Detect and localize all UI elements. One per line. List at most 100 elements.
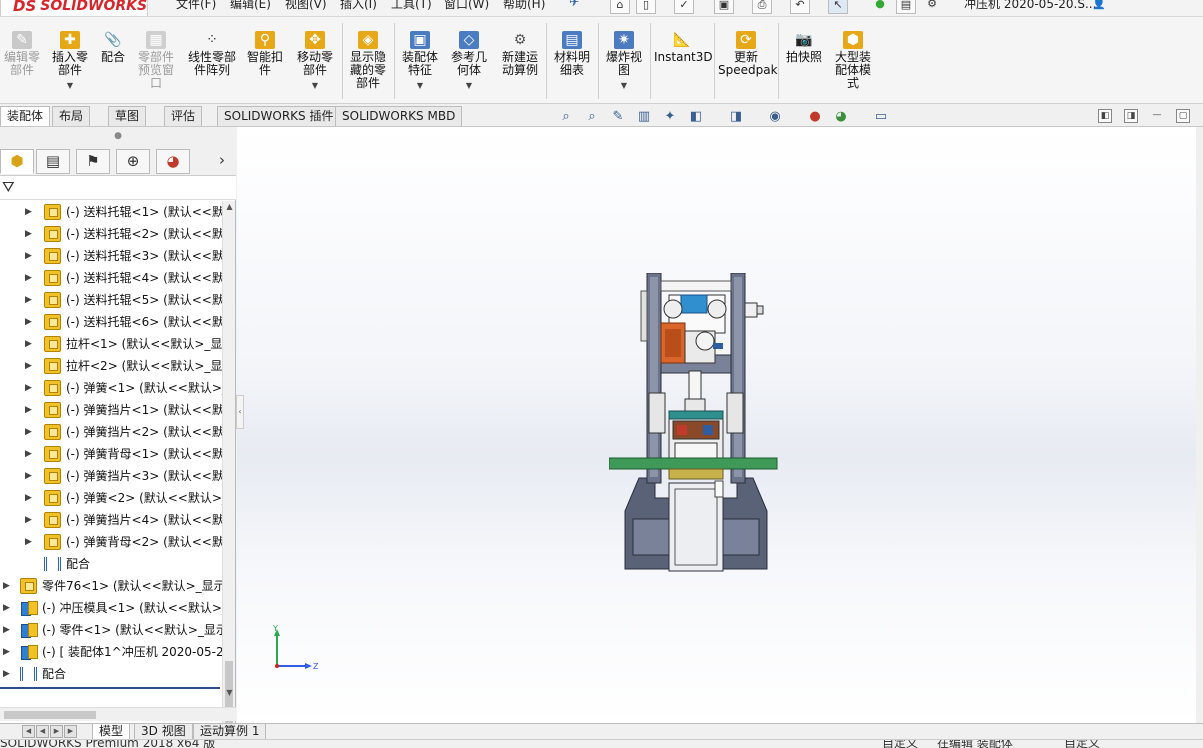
tree-row[interactable]: 配合 <box>0 553 222 575</box>
expand-arrow-icon[interactable]: ▶ <box>3 641 10 663</box>
tree-row[interactable]: ▶ (-) 弹簧挡片<2> (默认<<默认 <box>0 421 222 443</box>
menu-insert[interactable]: 插入(I) <box>340 0 377 12</box>
tree-row[interactable]: ▶ (-) 弹簧背母<1> (默认<<默认 <box>0 443 222 465</box>
configuration-manager-tab-icon[interactable]: ⚑ <box>76 149 110 174</box>
menu-view[interactable]: 视图(V) <box>285 0 327 12</box>
chevron-right-icon[interactable]: › <box>212 149 232 174</box>
previous-view-icon[interactable]: ✎ <box>609 108 627 125</box>
dynamic-annotation-icon[interactable]: ✦ <box>661 108 679 125</box>
menu-edit[interactable]: 编辑(E) <box>230 0 271 12</box>
dimxpert-tab-icon[interactable]: ⊕ <box>116 149 150 174</box>
print-icon[interactable]: ⎙ <box>752 0 772 14</box>
expand-arrow-icon[interactable]: ▶ <box>25 531 32 553</box>
filter-icon[interactable]: ⛛ <box>2 178 15 196</box>
tab-model[interactable]: 模型 <box>92 724 131 740</box>
open-icon[interactable]: ✓ <box>674 0 694 14</box>
tree-row[interactable]: ▶ (-) 零件<1> (默认<<默认>_显示 <box>0 619 222 641</box>
expand-arrow-icon[interactable]: ▶ <box>25 223 32 245</box>
file-properties-icon[interactable]: ▤ <box>896 0 916 14</box>
prev-tab-icon[interactable]: ◀ <box>36 725 49 738</box>
tab-solidworks-mbd[interactable]: SOLIDWORKS MBD <box>335 106 463 126</box>
tile-pane-icon[interactable]: ◨ <box>1124 109 1138 123</box>
expand-arrow-icon[interactable]: ▶ <box>25 509 32 531</box>
exploded-view-button[interactable]: ✷ 爆炸视图 ▼ <box>602 31 646 92</box>
tree-row[interactable]: ▶ (-) 送料托辊<3> (默认<<默认 <box>0 245 222 267</box>
new-document-icon[interactable]: ▯ <box>636 0 656 14</box>
chevron-down-icon[interactable]: ▼ <box>398 79 442 92</box>
graphics-area[interactable]: Y Z <box>237 127 1203 723</box>
smart-fastener-button[interactable]: ⚲ 智能扣件 <box>245 31 285 77</box>
solidworks-logo[interactable]: DS SOLIDWORKS <box>0 0 148 16</box>
zoom-to-area-icon[interactable]: ⌕ <box>583 108 601 125</box>
expand-arrow-icon[interactable]: ▶ <box>3 619 10 641</box>
tab-assembly[interactable]: 装配体 <box>0 106 51 126</box>
expand-arrow-icon[interactable]: ▶ <box>25 289 32 311</box>
expand-arrow-icon[interactable]: ▶ <box>25 487 32 509</box>
tree-row[interactable]: ▶ 拉杆<2> (默认<<默认>_显示 <box>0 355 222 377</box>
feature-manager-tab-icon[interactable]: ⬢ <box>0 149 34 174</box>
tree-vertical-scrollbar[interactable]: ▲ ▼ <box>222 201 235 723</box>
rebuild-icon[interactable]: ● <box>870 0 890 14</box>
apply-scene-icon[interactable]: ◕ <box>832 108 850 125</box>
tree-row[interactable]: ▶ (-) 送料托辊<6> (默认<<默认 <box>0 311 222 333</box>
expand-arrow-icon[interactable]: ▶ <box>3 597 10 619</box>
tree-row[interactable]: ▶ (-) [ 装配体1^冲压机 2020-05-20 <box>0 641 222 663</box>
menu-help[interactable]: 帮助(H) <box>503 0 545 12</box>
units-status[interactable]: 自定义 <box>1064 740 1100 748</box>
panel-grip-handle[interactable]: ● <box>0 127 236 146</box>
view-orientation-icon[interactable]: ◧ <box>687 108 705 125</box>
tab-evaluate[interactable]: 评估 <box>164 106 203 126</box>
expand-arrow-icon[interactable]: ▶ <box>25 267 32 289</box>
edit-appearance-icon[interactable]: ● <box>806 108 824 125</box>
select-icon[interactable]: ↖ <box>828 0 848 14</box>
chevron-down-icon[interactable]: ▼ <box>48 79 92 92</box>
section-view-icon[interactable]: ▥ <box>635 108 653 125</box>
expand-arrow-icon[interactable]: ▶ <box>25 245 32 267</box>
assembly-feature-button[interactable]: ▣ 装配体特征 ▼ <box>398 31 442 92</box>
menu-window[interactable]: 窗口(W) <box>444 0 489 12</box>
pin-icon[interactable]: ✈ <box>569 0 579 9</box>
user-icon[interactable]: 👤 <box>1089 0 1109 14</box>
tab-sketch[interactable]: 草图 <box>108 106 147 126</box>
panel-collapse-handle[interactable]: ‹ <box>236 395 244 429</box>
first-tab-icon[interactable]: ◀ <box>22 725 35 738</box>
zoom-to-fit-icon[interactable]: ⌕ <box>557 108 575 125</box>
hide-show-items-icon[interactable]: ◉ <box>766 108 784 125</box>
component-preview-button[interactable]: ▦ 零部件预览窗口 <box>134 31 178 90</box>
display-style-icon[interactable]: ◨ <box>727 108 745 125</box>
expand-arrow-icon[interactable]: ▶ <box>25 333 32 355</box>
tab-solidworks-addins[interactable]: SOLIDWORKS 插件 <box>217 106 341 126</box>
last-tab-icon[interactable]: ▶ <box>64 725 77 738</box>
expand-arrow-icon[interactable]: ▶ <box>3 575 10 597</box>
large-assembly-button[interactable]: ⬢ 大型装配体模式 <box>830 31 876 90</box>
undo-icon[interactable]: ↶ <box>790 0 810 14</box>
motion-study-button[interactable]: ⚙ 新建运动算例 <box>498 31 542 77</box>
reference-geometry-button[interactable]: ◇ 参考几何体 ▼ <box>446 31 492 92</box>
home-icon[interactable]: ⌂ <box>610 0 630 14</box>
tree-row[interactable]: ▶ (-) 冲压模具<1> (默认<<默认>_ <box>0 597 222 619</box>
mate-button[interactable]: 📎 配合 <box>98 31 128 64</box>
expand-arrow-icon[interactable]: ▶ <box>25 201 32 223</box>
expand-arrow-icon[interactable]: ▶ <box>25 377 32 399</box>
expand-arrow-icon[interactable]: ▶ <box>25 465 32 487</box>
scroll-down-icon[interactable]: ▼ <box>223 687 236 699</box>
save-icon[interactable]: ▣ <box>714 0 734 14</box>
tree-filter-bar[interactable]: ⛛ <box>0 176 236 200</box>
maximize-icon[interactable]: ▢ <box>1176 109 1190 123</box>
display-manager-tab-icon[interactable]: ◕ <box>156 149 190 174</box>
tree-row[interactable]: ▶ (-) 送料托辊<2> (默认<<默认 <box>0 223 222 245</box>
tree-row[interactable]: ▶ (-) 送料托辊<5> (默认<<默认 <box>0 289 222 311</box>
expand-arrow-icon[interactable]: ▶ <box>25 311 32 333</box>
tab-layout[interactable]: 布局 <box>52 106 91 126</box>
tree-horizontal-scrollbar[interactable] <box>0 707 236 721</box>
next-tab-icon[interactable]: ▶ <box>50 725 63 738</box>
tab-3d-views[interactable]: 3D 视图 <box>134 724 193 740</box>
menu-tools[interactable]: 工具(T) <box>391 0 432 12</box>
tree-row[interactable]: ▶ (-) 弹簧<1> (默认<<默认>_ <box>0 377 222 399</box>
insert-component-button[interactable]: ✚ 插入零部件 ▼ <box>48 31 92 92</box>
bom-button[interactable]: ▤ 材料明细表 <box>550 31 594 77</box>
expand-arrow-icon[interactable]: ▶ <box>25 355 32 377</box>
expand-arrow-icon[interactable]: ▶ <box>3 663 10 685</box>
expand-arrow-icon[interactable]: ▶ <box>25 443 32 465</box>
press-machine-model[interactable] <box>609 273 783 573</box>
